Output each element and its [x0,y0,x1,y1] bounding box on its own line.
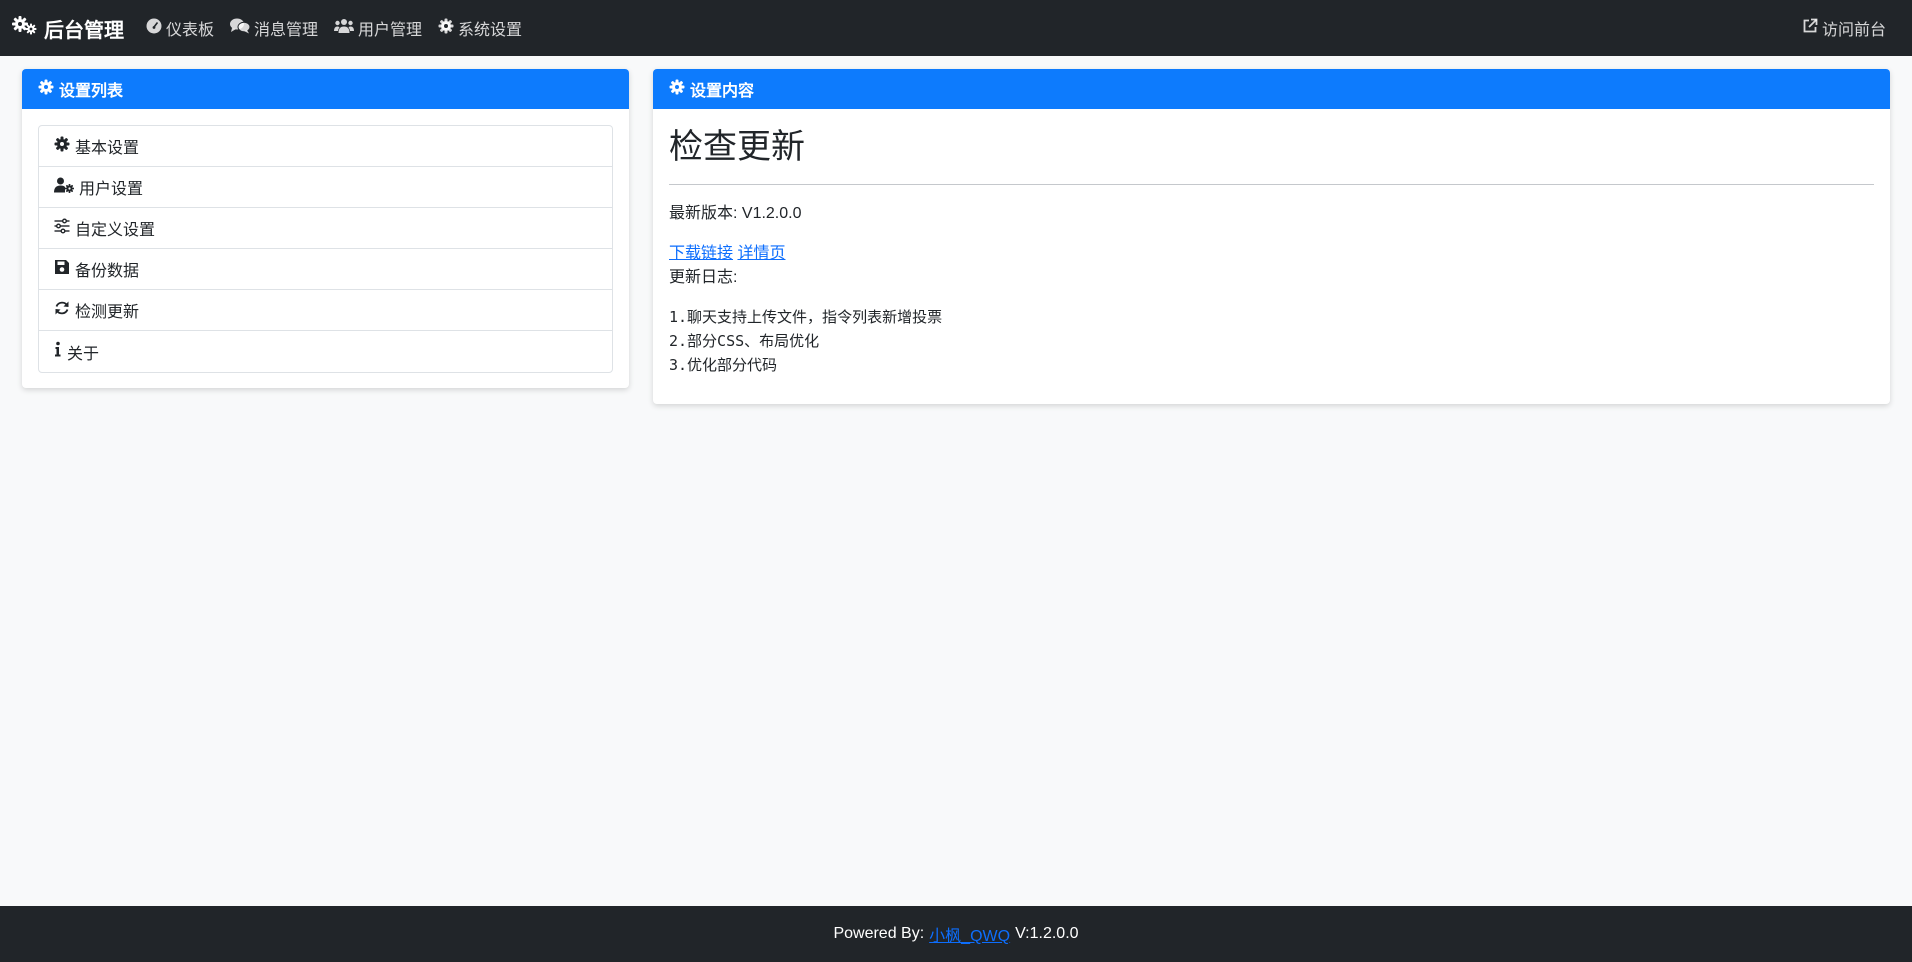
changelog-item: 1.聊天支持上传文件，指令列表新增投票 [669,308,943,326]
detail-page-link[interactable]: 详情页 [737,245,785,262]
user-gear-icon [54,177,79,198]
refresh-icon [54,300,75,321]
settings-item-user[interactable]: 用户设置 [39,167,612,208]
changelog-list: 1.聊天支持上传文件，指令列表新增投票 2.部分CSS、布局优化 3.优化部分代… [669,305,1874,377]
list-item-label: 检测更新 [75,304,140,321]
info-icon [54,341,67,362]
nav-item-messages[interactable]: 消息管理 [230,16,318,40]
nav-item-dashboard[interactable]: 仪表板 [146,16,214,40]
download-link[interactable]: 下载链接 [669,245,733,262]
brand-label: 后台管理 [44,19,124,42]
nav-item-system-settings[interactable]: 系统设置 [438,16,522,40]
settings-content-card: 设置内容 检查更新 最新版本: V1.2.0.0 下载链接 详情页 更新日志: … [653,69,1890,404]
gear-icon [38,79,59,100]
gear-icon [438,18,458,39]
gear-icon [669,79,690,100]
gear-icon [54,136,75,157]
sliders-icon [54,218,75,239]
list-item-label: 基本设置 [75,140,140,157]
external-link-icon [1802,18,1822,39]
card-header-title: 设置列表 [59,83,124,100]
dashboard-icon [146,18,166,39]
nav-item-label: 消息管理 [254,22,319,39]
list-item-label: 自定义设置 [75,222,156,239]
nav-item-label: 系统设置 [458,22,523,39]
footer: Powered By: 小枫_QWQ V:1.2.0.0 [0,906,1912,962]
top-navbar: 后台管理 仪表板 消息管理 用户管理 系统设置 访问前台 [0,0,1912,56]
footer-version: V:1.2.0.0 [1015,925,1079,942]
card-header: 设置列表 [22,69,629,109]
page-title: 检查更新 [669,128,805,166]
visit-frontend-link[interactable]: 访问前台 [1802,16,1886,40]
changelog-item: 3.优化部分代码 [669,356,778,374]
settings-item-backup[interactable]: 备份数据 [39,249,612,290]
divider [669,184,1874,185]
save-icon [54,259,75,280]
changelog-item: 2.部分CSS、布局优化 [669,332,820,350]
gears-icon [12,15,44,41]
update-links: 下载链接 详情页 [669,243,1874,265]
footer-prefix: Powered By: [833,925,925,942]
nav-item-label: 用户管理 [358,22,423,39]
comments-icon [230,18,254,39]
card-header: 设置内容 [653,69,1890,109]
nav-item-label: 仪表板 [166,22,215,39]
list-item-label: 用户设置 [79,181,144,198]
settings-item-check-update[interactable]: 检测更新 [39,290,612,331]
latest-version-text: 最新版本: V1.2.0.0 [669,205,802,222]
card-header-title: 设置内容 [690,83,755,100]
nav-item-users[interactable]: 用户管理 [334,16,422,40]
list-item-label: 备份数据 [75,263,140,280]
settings-list: 基本设置 用户设置 自定义设置 备份数据 检测更新 关于 [38,125,613,373]
author-link[interactable]: 小枫_QWQ [929,922,1010,946]
settings-list-card: 设置列表 基本设置 用户设置 自定义设置 备份数据 检测更新 关于 [22,69,629,388]
settings-item-about[interactable]: 关于 [39,331,612,372]
content-body: 检查更新 最新版本: V1.2.0.0 下载链接 详情页 更新日志: 1.聊天支… [653,125,1890,377]
settings-item-basic[interactable]: 基本设置 [39,126,612,167]
changelog-label: 更新日志: [669,269,738,286]
brand-link[interactable]: 后台管理 [12,14,124,43]
nav-item-label: 访问前台 [1821,22,1886,39]
users-icon [334,18,358,39]
list-item-label: 关于 [67,345,100,363]
settings-item-custom[interactable]: 自定义设置 [39,208,612,249]
